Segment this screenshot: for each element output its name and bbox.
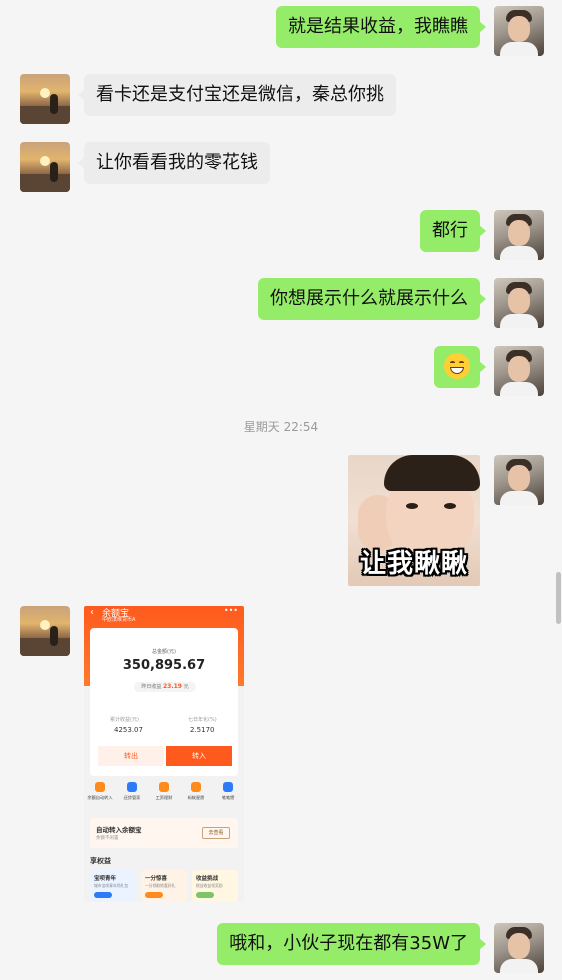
message-bubble-sent[interactable]: 都行	[420, 210, 486, 252]
my-avatar[interactable]	[494, 455, 544, 505]
star-wish-icon	[191, 782, 201, 792]
my-avatar[interactable]	[494, 923, 544, 973]
message-bubble-sent[interactable]: 哦和，小伙子现在都有35W了	[217, 923, 486, 965]
total-amount: 350,895.67	[122, 658, 206, 673]
feature-icons: 余额自动转入 还贷管家 工资理财 蚂蚁星愿 笔笔攒	[84, 780, 244, 812]
promo-button: 去查看	[202, 827, 230, 839]
my-avatar[interactable]	[494, 346, 544, 396]
rights-card-title: 宝呗青年	[94, 876, 117, 882]
rights-card-title: 收益挑战	[196, 876, 219, 882]
sticker-image[interactable]: 让我瞅瞅	[348, 455, 480, 586]
loan-manager-icon	[127, 782, 137, 792]
transfer-out-button: 转出	[98, 746, 164, 766]
rights-card-title: 一分惊喜	[145, 876, 168, 882]
cumulative-label: 累计收益(元)	[110, 717, 139, 723]
contact-avatar[interactable]	[20, 142, 70, 192]
feature-item: 余额自动转入	[85, 780, 115, 812]
rights-card: 一分惊喜 一分领取惊喜好礼	[141, 870, 187, 902]
cumulative-value: 4253.07	[114, 726, 143, 734]
feature-item: 工资理财	[149, 780, 179, 812]
sticker-caption: 让我瞅瞅	[359, 549, 468, 579]
sticker-eye	[444, 503, 456, 509]
rights-title: 享权益	[90, 857, 111, 865]
yesterday-earnings: 昨日收益 23.19 元	[134, 682, 196, 692]
feature-item: 还贷管家	[117, 780, 147, 812]
my-avatar[interactable]	[494, 278, 544, 328]
rights-card-sub: 一分领取惊喜好礼	[145, 883, 176, 888]
sticker-hair	[384, 455, 480, 491]
savings-icon	[223, 782, 233, 792]
transfer-in-button: 转入	[166, 746, 232, 766]
total-label: 总金额(元)	[152, 649, 176, 655]
rights-card-sub: 挑战收益领奖励	[196, 883, 223, 888]
balance-card: 总金额(元) 350,895.67 昨日收益 23.19 元 累计收益(元) 七…	[90, 628, 238, 776]
seven-day-label: 七日年化(%)	[188, 717, 217, 723]
auto-transfer-promo: 自动转入余额宝 余额不闲置 去查看	[90, 818, 238, 848]
my-avatar[interactable]	[494, 210, 544, 260]
rights-card: 收益挑战 挑战收益领奖励	[192, 870, 238, 902]
message-bubble-received[interactable]: 让你看看我的零花钱	[78, 142, 270, 184]
grinning-face-icon	[444, 352, 470, 379]
rights-pill	[196, 892, 214, 898]
feature-item: 蚂蚁星愿	[181, 780, 211, 812]
contact-avatar[interactable]	[20, 74, 70, 124]
back-arrow-icon: ‹	[90, 607, 94, 618]
auto-transfer-icon	[95, 782, 105, 792]
message-timestamp: 星期天 22:54	[243, 420, 319, 434]
salary-icon	[159, 782, 169, 792]
rights-pill	[145, 892, 163, 898]
contact-avatar[interactable]	[20, 606, 70, 656]
more-icon: •••	[223, 606, 238, 615]
my-avatar[interactable]	[494, 6, 544, 56]
scrollbar-thumb[interactable]	[556, 572, 561, 624]
sticker-eye	[406, 503, 418, 509]
rights-pill	[94, 892, 112, 898]
promo-title: 自动转入余额宝	[96, 826, 142, 834]
chat-window: 就是结果收益，我瞧瞧 看卡还是支付宝还是微信，秦总你挑 让你看看我的零花钱 都行…	[0, 0, 562, 980]
message-bubble-sent-emoji[interactable]	[434, 346, 486, 388]
message-bubble-sent[interactable]: 你想展示什么就展示什么	[258, 278, 486, 320]
seven-day-value: 2.5170	[190, 726, 215, 734]
promo-subtitle: 余额不闲置	[96, 836, 119, 841]
feature-item: 笔笔攒	[213, 780, 243, 812]
yuebao-screenshot-image[interactable]: ‹ 余额宝 中欧滨维货币A ••• 总金额(元) 350,895.67 昨日收益…	[84, 606, 244, 902]
message-bubble-sent[interactable]: 就是结果收益，我瞧瞧	[276, 6, 486, 48]
rights-card: 宝呗青年 城市宝呗青年领礼包	[90, 870, 136, 902]
rights-card-sub: 城市宝呗青年领礼包	[94, 883, 129, 888]
message-bubble-received[interactable]: 看卡还是支付宝还是微信，秦总你挑	[78, 74, 396, 116]
yuebao-subtitle: 中欧滨维货币A	[102, 617, 136, 623]
